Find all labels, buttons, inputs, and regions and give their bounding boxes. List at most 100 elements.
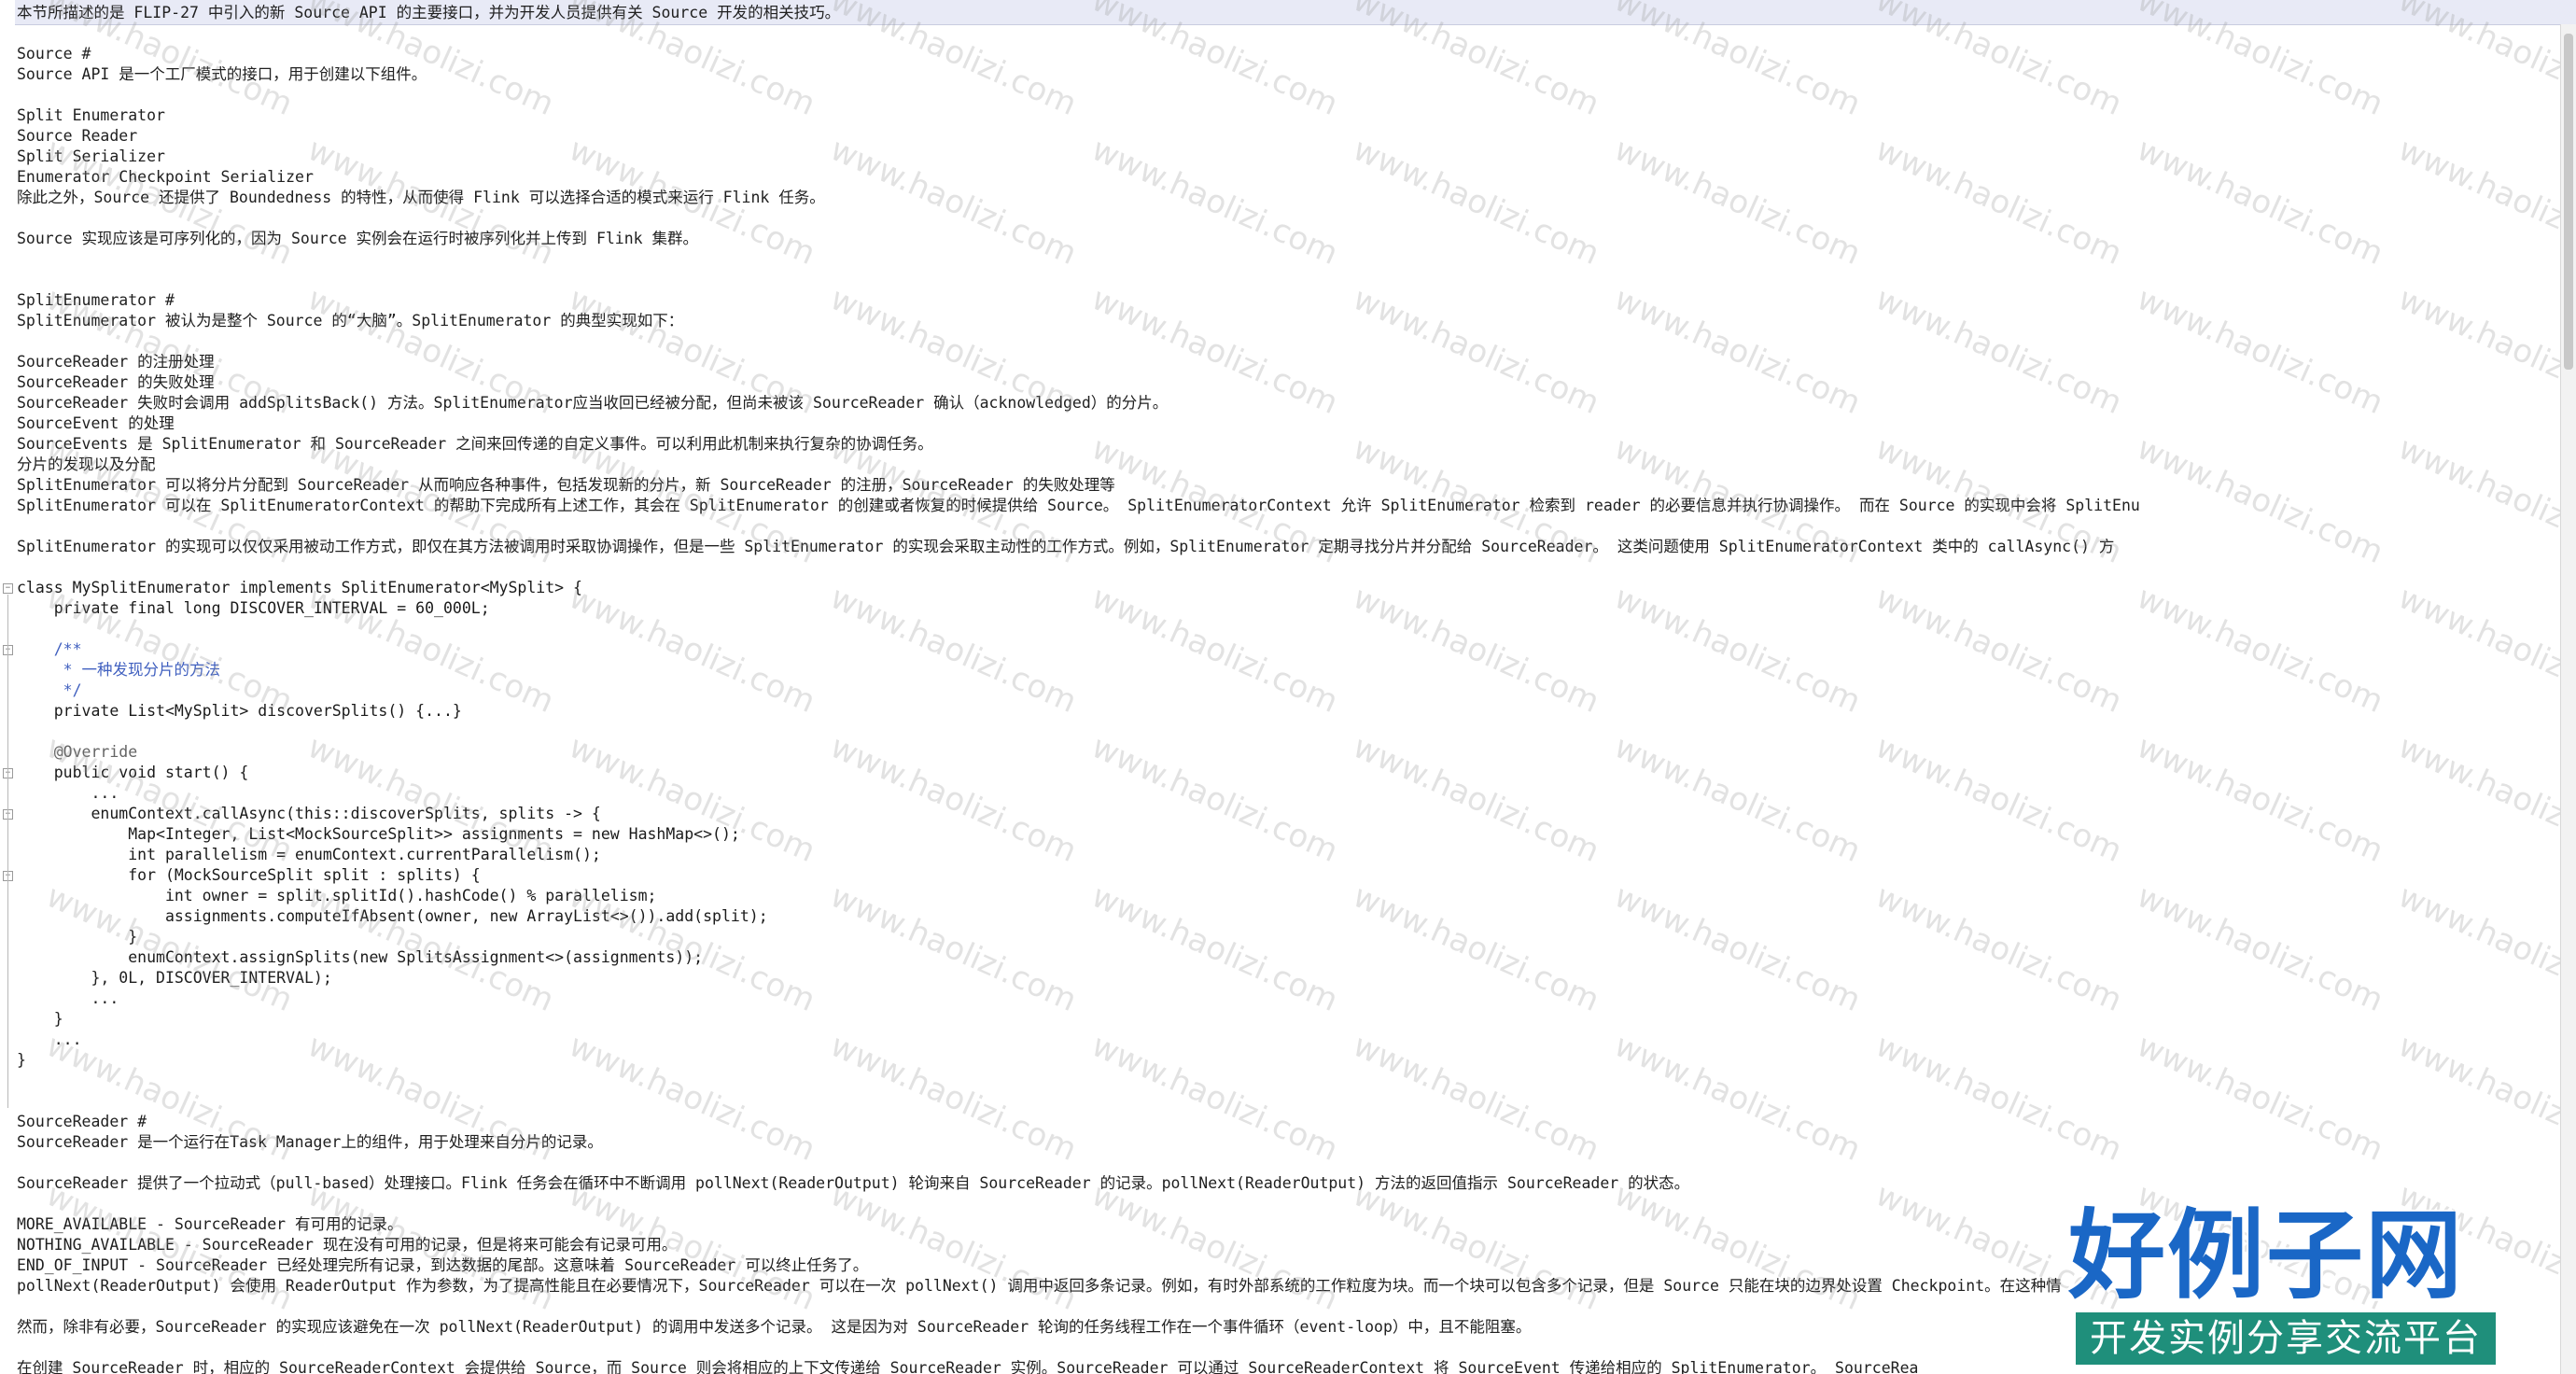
watermark-text: www.haolizi.com bbox=[824, 877, 1083, 1020]
text-line[interactable]: int parallelism = enumContext.currentPar… bbox=[17, 845, 601, 865]
watermark-text: www.haolizi.com bbox=[1869, 280, 2128, 423]
watermark-text: www.haolizi.com bbox=[2392, 429, 2576, 572]
text-line[interactable]: public void start() { bbox=[17, 763, 249, 783]
text-line[interactable]: ... bbox=[17, 988, 119, 1009]
text-line[interactable]: private final long DISCOVER_INTERVAL = 6… bbox=[17, 598, 490, 619]
text-line[interactable]: Split Enumerator bbox=[17, 105, 165, 126]
line-text: * 一种发现分片的方法 bbox=[17, 661, 221, 679]
watermark-text: www.haolizi.com bbox=[1347, 131, 1605, 273]
line-text: Split Serializer bbox=[17, 147, 165, 165]
text-line[interactable]: * 一种发现分片的方法 bbox=[17, 660, 220, 680]
text-line[interactable]: SourceReader 失败时会调用 addSplitsBack() 方法。S… bbox=[17, 393, 1168, 414]
watermark-text: www.haolizi.com bbox=[1608, 1027, 1867, 1170]
text-line[interactable]: @Override bbox=[17, 742, 137, 763]
text-line[interactable]: ... bbox=[17, 783, 119, 804]
text-line[interactable]: SourceReader 的失败处理 bbox=[17, 372, 215, 393]
text-line[interactable]: Source Reader bbox=[17, 126, 137, 147]
line-text: SourceEvent 的处理 bbox=[17, 414, 175, 432]
text-line[interactable]: SourceReader # bbox=[17, 1112, 147, 1132]
line-text: int owner = split.splitId().hashCode() %… bbox=[17, 887, 657, 904]
text-line[interactable]: SplitEnumerator 可以将分片分配到 SourceReader 从而… bbox=[17, 475, 1115, 496]
text-line[interactable]: 然而，除非有必要，SourceReader 的实现应该避免在一次 pollNex… bbox=[17, 1317, 1531, 1338]
line-text: SourceReader 失败时会调用 addSplitsBack() 方法。S… bbox=[17, 394, 1169, 412]
watermark-text: www.haolizi.com bbox=[824, 1027, 1083, 1170]
text-line[interactable]: Source 实现应该是可序列化的，因为 Source 实例会在运行时被序列化并… bbox=[17, 229, 698, 249]
text-line[interactable]: 在创建 SourceReader 时，相应的 SourceReaderConte… bbox=[17, 1358, 1918, 1374]
line-text: 除此之外，Source 还提供了 Boundedness 的特性，从而使得 Fl… bbox=[17, 189, 825, 206]
text-line[interactable]: Map<Integer, List<MockSourceSplit>> assi… bbox=[17, 824, 740, 845]
watermark-text: www.haolizi.com bbox=[2131, 728, 2389, 871]
text-line[interactable]: NOTHING_AVAILABLE - SourceReader 现在没有可用的… bbox=[17, 1235, 677, 1255]
scrollbar-thumb[interactable] bbox=[2564, 34, 2573, 370]
text-line[interactable]: MORE_AVAILABLE - SourceReader 有可用的记录。 bbox=[17, 1214, 403, 1235]
logo-main-text: 好例子网 bbox=[2068, 1199, 2465, 1312]
text-line[interactable]: private List<MySplit> discoverSplits() {… bbox=[17, 701, 462, 722]
watermark-text: www.haolizi.com bbox=[1869, 579, 2128, 722]
watermark-text: www.haolizi.com bbox=[2131, 1027, 2389, 1170]
watermark-text: www.haolizi.com bbox=[1347, 877, 1605, 1020]
text-line[interactable]: SplitEnumerator 被认为是整个 Source 的“大脑”。Spli… bbox=[17, 311, 683, 331]
line-text: assignments.computeIfAbsent(owner, new A… bbox=[17, 907, 768, 925]
text-line[interactable]: enumContext.callAsync(this::discoverSpli… bbox=[17, 804, 600, 824]
watermark-text: www.haolizi.com bbox=[1869, 1027, 2128, 1170]
text-line[interactable]: }, 0L, DISCOVER_INTERVAL); bbox=[17, 968, 332, 988]
line-text: 本节所描述的是 FLIP-27 中引入的新 Source API 的主要接口，并… bbox=[17, 4, 841, 21]
watermark-text: www.haolizi.com bbox=[1608, 1176, 1867, 1319]
text-line[interactable]: SourceEvent 的处理 bbox=[17, 414, 175, 434]
text-line[interactable]: } bbox=[17, 1050, 26, 1071]
site-logo: 好例子网 开发实例分享交流平台 bbox=[2068, 1200, 2507, 1370]
text-line[interactable]: SourceEvents 是 SplitEnumerator 和 SourceR… bbox=[17, 434, 933, 455]
text-line[interactable]: for (MockSourceSplit split : splits) { bbox=[17, 865, 481, 886]
text-line[interactable]: SplitEnumerator # bbox=[17, 290, 175, 311]
text-line[interactable]: ... bbox=[17, 1030, 82, 1050]
line-text: Source 实现应该是可序列化的，因为 Source 实例会在运行时被序列化并… bbox=[17, 230, 699, 247]
text-line[interactable]: assignments.computeIfAbsent(owner, new A… bbox=[17, 906, 768, 927]
watermark-text: www.haolizi.com bbox=[824, 131, 1083, 273]
text-line[interactable]: Source # bbox=[17, 44, 91, 64]
watermark-text: www.haolizi.com bbox=[2131, 877, 2389, 1020]
text-line[interactable]: END_OF_INPUT - SourceReader 已经处理完所有记录，到达… bbox=[17, 1255, 868, 1276]
line-text: int parallelism = enumContext.currentPar… bbox=[17, 846, 601, 863]
line-text: SourceReader # bbox=[17, 1113, 147, 1130]
line-text: /** bbox=[17, 640, 82, 658]
text-line[interactable]: Split Serializer bbox=[17, 147, 165, 167]
vertical-scrollbar[interactable] bbox=[2560, 24, 2576, 1374]
text-line[interactable]: class MySplitEnumerator implements Split… bbox=[17, 578, 582, 598]
text-line[interactable]: 本节所描述的是 FLIP-27 中引入的新 Source API 的主要接口，并… bbox=[17, 3, 840, 23]
text-line[interactable]: } bbox=[17, 1009, 63, 1030]
text-line[interactable]: 除此之外，Source 还提供了 Boundedness 的特性，从而使得 Fl… bbox=[17, 188, 825, 208]
text-line[interactable]: SourceReader 提供了一个拉动式（pull-based）处理接口。Fl… bbox=[17, 1173, 1689, 1194]
line-text: END_OF_INPUT - SourceReader 已经处理完所有记录，到达… bbox=[17, 1256, 869, 1274]
text-line[interactable]: /** bbox=[17, 639, 82, 660]
line-text: SourceReader 提供了一个拉动式（pull-based）处理接口。Fl… bbox=[17, 1174, 1690, 1192]
line-text: 分片的发现以及分配 bbox=[17, 456, 156, 473]
text-line[interactable]: SplitEnumerator 的实现可以仅仅采用被动工作方式，即仅在其方法被调… bbox=[17, 537, 2114, 557]
line-text: SourceEvents 是 SplitEnumerator 和 SourceR… bbox=[17, 435, 933, 453]
text-line[interactable]: int owner = split.splitId().hashCode() %… bbox=[17, 886, 657, 906]
watermark-text: www.haolizi.com bbox=[2131, 579, 2389, 722]
watermark-text: www.haolizi.com bbox=[2392, 728, 2576, 871]
text-line[interactable]: SplitEnumerator 可以在 SplitEnumeratorConte… bbox=[17, 496, 2140, 516]
text-line[interactable]: */ bbox=[17, 680, 82, 701]
text-line[interactable]: Enumerator Checkpoint Serializer bbox=[17, 167, 314, 188]
watermark-text: www.haolizi.com bbox=[1347, 280, 1605, 423]
text-line[interactable]: pollNext(ReaderOutput) 会使用 ReaderOutput … bbox=[17, 1276, 2062, 1297]
text-line[interactable]: enumContext.assignSplits(new SplitsAssig… bbox=[17, 947, 703, 968]
watermark-text: www.haolizi.com bbox=[563, 728, 821, 871]
watermark-text: www.haolizi.com bbox=[2392, 280, 2576, 423]
fold-range-line bbox=[7, 595, 8, 1108]
line-text: Source API 是一个工厂模式的接口，用于创建以下组件。 bbox=[17, 65, 427, 83]
text-line[interactable]: 分片的发现以及分配 bbox=[17, 455, 156, 475]
line-text: Map<Integer, List<MockSourceSplit>> assi… bbox=[17, 825, 740, 843]
watermark-text: www.haolizi.com bbox=[2392, 877, 2576, 1020]
text-line[interactable]: SourceReader 是一个运行在Task Manager上的组件，用于处理… bbox=[17, 1132, 603, 1153]
text-line[interactable]: SourceReader 的注册处理 bbox=[17, 352, 215, 372]
line-text: }, 0L, DISCOVER_INTERVAL); bbox=[17, 969, 332, 987]
text-editor[interactable]: −−−−− 本节所描述的是 FLIP-27 中引入的新 Source API 的… bbox=[0, 0, 2576, 1374]
watermark-text: www.haolizi.com bbox=[1085, 728, 1344, 871]
watermark-text: www.haolizi.com bbox=[1869, 728, 2128, 871]
fold-marker-icon[interactable]: − bbox=[3, 583, 13, 594]
text-line[interactable]: } bbox=[17, 927, 137, 947]
watermark-text: www.haolizi.com bbox=[824, 579, 1083, 722]
text-line[interactable]: Source API 是一个工厂模式的接口，用于创建以下组件。 bbox=[17, 64, 427, 85]
